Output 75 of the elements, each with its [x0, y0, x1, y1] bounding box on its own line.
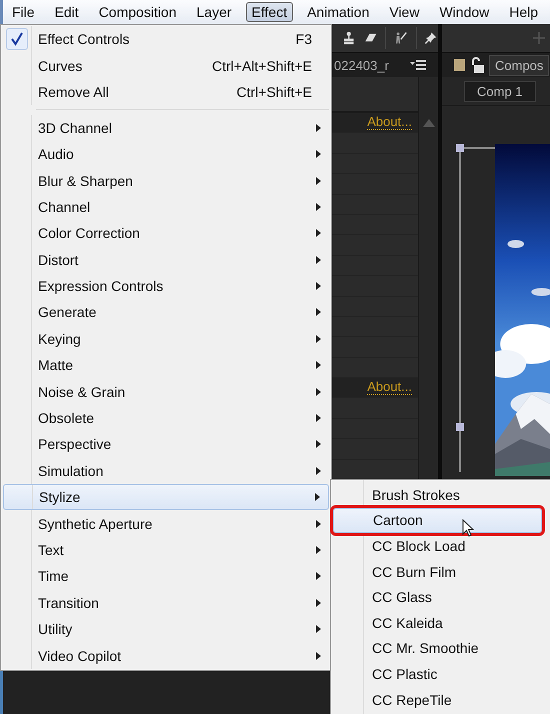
submenu-arrow-icon — [316, 598, 321, 607]
submenu-arrow-icon — [316, 282, 321, 290]
submenu-item[interactable]: Channel — [3, 194, 329, 220]
submenu-arrow-icon — [316, 202, 321, 211]
submenu-arrow-icon — [316, 361, 321, 370]
menu-item[interactable]: CC RepeTile — [333, 686, 550, 712]
submenu-arrow-icon — [316, 625, 321, 634]
submenu-arrow-icon — [316, 124, 321, 132]
color-swatch — [454, 59, 465, 71]
menu-item-label: Effect Controls — [38, 31, 131, 48]
menu-item[interactable]: Curves Ctrl+Alt+Shift+E — [3, 52, 329, 79]
submenu-arrow-icon — [316, 572, 321, 580]
shortcut-label: F3 — [296, 31, 313, 48]
shortcut-label: Ctrl+Alt+Shift+E — [212, 58, 313, 74]
submenu-item[interactable]: Noise & Grain — [3, 378, 329, 405]
submenu-arrow-icon — [316, 466, 321, 475]
submenu-item[interactable]: Blur & Sharpen — [3, 167, 329, 194]
submenu-arrow-icon — [315, 493, 320, 502]
about-link[interactable]: About... — [367, 380, 412, 396]
menu-bar-item[interactable]: Edit — [48, 2, 85, 22]
submenu-arrow-icon — [316, 308, 321, 316]
menu-item[interactable]: Effect Controls F3 — [3, 26, 329, 52]
submenu-item[interactable]: Video Copilot — [3, 642, 329, 669]
panel-tab[interactable]: Compos — [489, 54, 550, 76]
submenu-item[interactable]: Matte — [3, 352, 329, 378]
menu-bar-item[interactable]: Window — [433, 2, 496, 22]
menu-bar-item[interactable]: Layer — [190, 2, 238, 22]
submenu-item[interactable]: Expression Controls — [3, 272, 329, 300]
submenu-arrow-icon — [316, 150, 321, 158]
menu-item[interactable]: Remove All Ctrl+Shift+E — [3, 78, 329, 106]
submenu-item[interactable]: Text — [3, 536, 329, 564]
submenu-item[interactable]: Color Correction — [3, 220, 329, 247]
menu-bar-item[interactable]: Help — [503, 2, 544, 22]
menu-item[interactable]: CC Plastic — [333, 661, 550, 687]
menu-item[interactable]: CC Mr. Smoothie — [333, 636, 550, 662]
menu-item-label: Curves — [38, 58, 84, 74]
submenu-item[interactable]: Utility — [3, 616, 329, 642]
submenu-arrow-icon — [316, 176, 321, 185]
lock-icon[interactable] — [470, 57, 484, 73]
submenu-item[interactable]: Perspective — [3, 431, 329, 458]
submenu-item[interactable]: 3D Channel — [3, 114, 329, 141]
submenu-arrow-icon — [316, 652, 321, 660]
cursor-icon — [462, 518, 474, 537]
submenu-arrow-icon — [316, 256, 321, 264]
submenu-item[interactable]: Generate — [3, 299, 329, 326]
submenu-item[interactable]: Distort — [3, 246, 329, 273]
menu-bar-item[interactable]: File — [6, 2, 41, 22]
menu-bar-item[interactable]: Effect — [246, 2, 294, 22]
menu-bar-item[interactable]: Animation — [301, 2, 376, 22]
menu-item[interactable]: Brush Strokes — [333, 482, 550, 508]
submenu-item[interactable]: Time — [3, 563, 329, 590]
about-link[interactable]: About... — [367, 115, 412, 130]
submenu-item[interactable]: Synthetic Aperture — [3, 510, 329, 537]
submenu-item[interactable]: Keying — [3, 326, 329, 352]
submenu-arrow-icon — [316, 388, 321, 396]
submenu-arrow-icon — [316, 334, 321, 343]
submenu-item[interactable]: Transition — [3, 590, 329, 616]
panel-menu-icon[interactable] — [410, 59, 426, 71]
submenu-arrow-icon — [316, 546, 321, 554]
menu-bar-item[interactable]: View — [383, 2, 426, 22]
submenu-arrow-icon — [316, 414, 321, 422]
menu-item[interactable]: CC Glass — [333, 584, 550, 610]
menu-item-label: Remove All — [38, 84, 110, 100]
submenu-arrow-icon — [316, 440, 321, 448]
menu-item[interactable]: CC Burn Film — [333, 558, 550, 584]
menu-item[interactable]: CC Block Load — [333, 533, 550, 559]
shortcut-label: Ctrl+Shift+E — [236, 84, 313, 100]
submenu-item[interactable]: Audio — [3, 140, 329, 168]
composition-button[interactable]: Comp 1 — [464, 80, 536, 102]
menu-item[interactable]: CC Kaleida — [333, 610, 550, 636]
menu-bar-item[interactable]: Composition — [92, 2, 183, 22]
submenu-arrow-icon — [316, 229, 321, 238]
submenu-item[interactable]: Obsolete — [3, 404, 329, 432]
submenu-item[interactable]: Stylize — [3, 484, 329, 510]
submenu-arrow-icon — [316, 520, 321, 528]
